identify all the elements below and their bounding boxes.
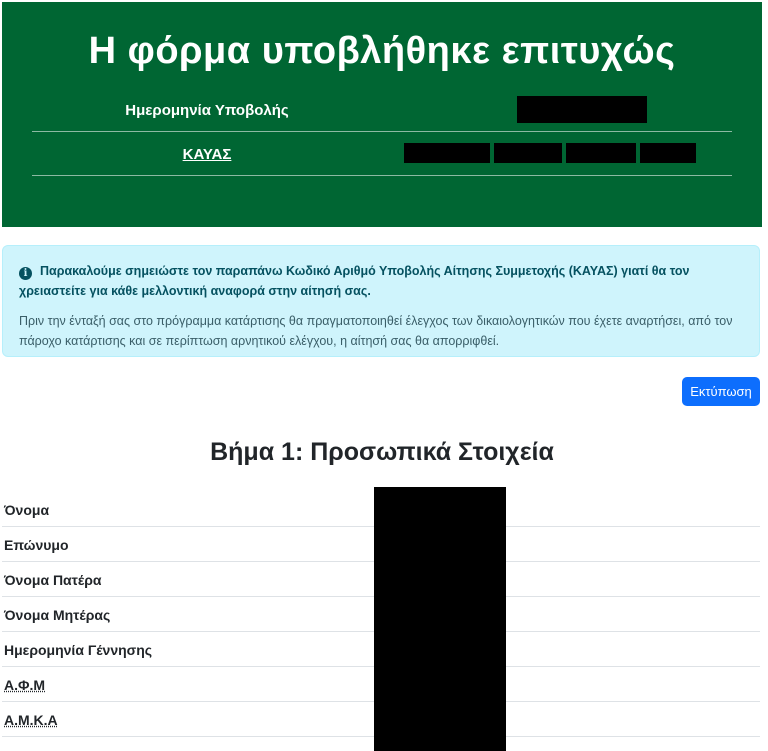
redaction-block xyxy=(566,143,636,163)
success-header: Η φόρμα υποβλήθηκε επιτυχώς Ημερομηνία Υ… xyxy=(2,2,762,227)
redaction-block xyxy=(494,143,562,163)
page-title: Η φόρμα υποβλήθηκε επιτυχώς xyxy=(88,30,676,72)
alert-strong-text: Παρακαλούμε σημειώστε τον παραπάνω Κωδικ… xyxy=(19,264,690,298)
redaction-block xyxy=(517,96,647,123)
afm-label: Α.Φ.Μ xyxy=(4,677,46,693)
kayas-label: ΚΑΥΑΣ xyxy=(182,146,232,163)
birth-date-label: Ημερομηνία Γέννησης xyxy=(4,642,153,658)
info-alert: i Παρακαλούμε σημειώστε τον παραπάνω Κωδι… xyxy=(2,245,760,357)
surname-label: Επώνυμο xyxy=(4,537,69,553)
step-title: Βήμα 1: Προσωπικά Στοιχεία xyxy=(210,438,554,466)
kayas-row: ΚΑΥΑΣ xyxy=(32,132,732,176)
father-name-label: Όνομα Πατέρα xyxy=(4,572,102,588)
alert-body-text: Πριν την ένταξή σας στο πρόγραμμα κατάρτ… xyxy=(19,314,733,348)
first-name-label: Όνομα xyxy=(4,502,50,518)
submission-date-row: Ημερομηνία Υποβολής xyxy=(32,88,732,132)
submission-date-label: Ημερομηνία Υποβολής xyxy=(125,102,289,119)
kayas-value xyxy=(382,140,732,166)
redaction-block xyxy=(404,143,490,163)
amka-label: Α.Μ.Κ.Α xyxy=(4,712,58,728)
mother-name-label: Όνομα Μητέρας xyxy=(4,607,111,623)
redaction-block xyxy=(374,487,506,751)
submission-date-value xyxy=(382,96,732,123)
print-button[interactable]: Εκτύπωση xyxy=(682,377,760,406)
info-circle-icon: i xyxy=(19,267,32,280)
redaction-block xyxy=(640,143,696,163)
